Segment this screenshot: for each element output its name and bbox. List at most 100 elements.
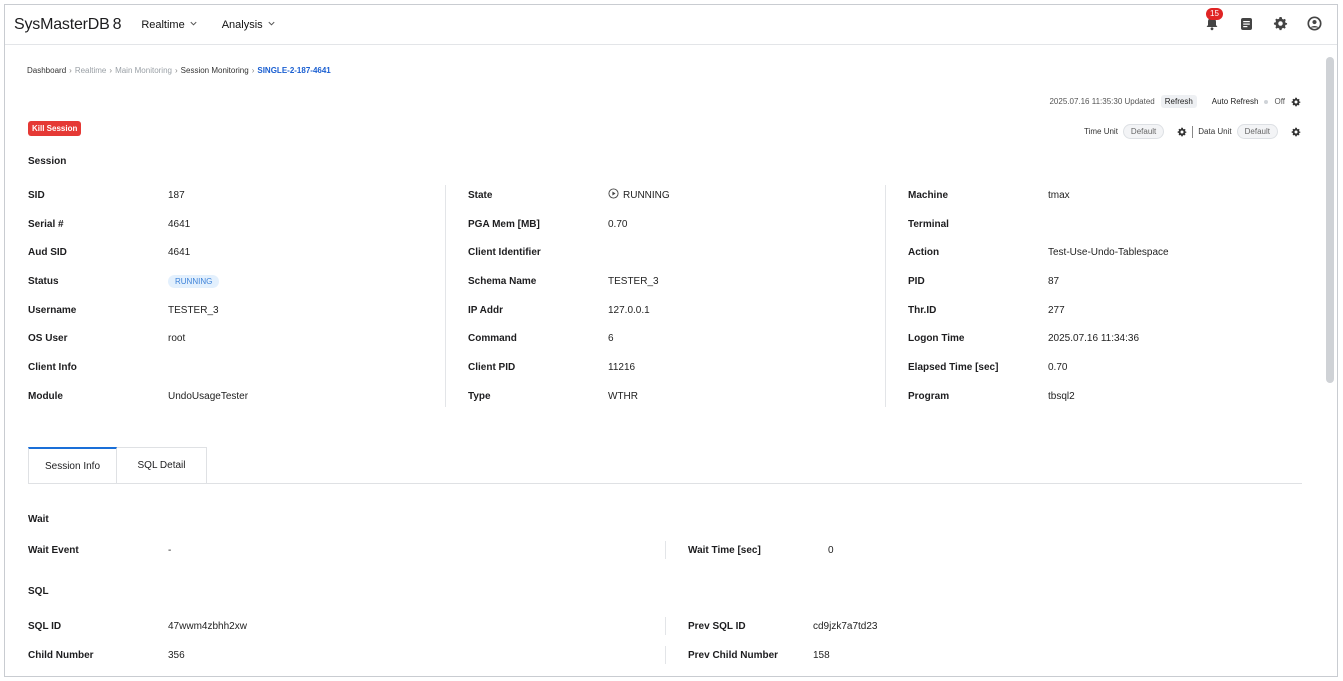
breadcrumb-separator: › — [69, 66, 72, 75]
vertical-scrollbar[interactable] — [1326, 57, 1334, 383]
settings-button[interactable] — [1271, 16, 1289, 34]
unit-toolbar: Time Unit Default Data Unit Default — [1084, 124, 1301, 139]
session-field-program: Program tbsql2 — [908, 382, 1318, 411]
session-column-1: SID 187 Serial # 4641 Aud SID 4641 Status RU… — [28, 181, 438, 411]
session-field-ip-addr: IP Addr 127.0.0.1 — [468, 296, 878, 325]
gear-icon[interactable] — [1177, 127, 1187, 137]
field-label: Prev SQL ID — [688, 620, 746, 632]
gear-icon[interactable] — [1291, 127, 1301, 137]
main-menu: Realtime Analysis — [141, 19, 299, 31]
field-value: cd9jzk7a7td23 — [813, 620, 878, 632]
field-label: Program — [908, 390, 950, 402]
session-field-os-user: OS User root — [28, 324, 438, 353]
time-unit-select[interactable]: Default — [1122, 124, 1165, 139]
breadcrumb-main-monitoring[interactable]: Main Monitoring — [115, 66, 172, 75]
column-divider — [445, 185, 446, 407]
menu-analysis-label: Analysis — [221, 18, 263, 31]
field-label: OS User — [28, 333, 68, 345]
session-field-client-identifier: Client Identifier — [468, 238, 878, 267]
session-field-type: Type WTHR — [468, 382, 878, 411]
chevron-down-icon — [189, 19, 198, 31]
field-value: 6 — [608, 333, 614, 345]
session-field-action: Action Test-Use-Undo-Tablespace — [908, 238, 1318, 267]
session-field-pga-mem: PGA Mem [MB] 0.70 — [468, 210, 878, 239]
refresh-button[interactable]: Refresh — [1160, 95, 1197, 108]
wait-time-row: Wait Time [sec] 0 — [688, 543, 834, 557]
field-value: 11216 — [608, 361, 636, 373]
account-button[interactable] — [1305, 16, 1323, 34]
notifications-button[interactable]: 15 — [1203, 8, 1223, 34]
field-value: 4641 — [168, 218, 191, 230]
session-column-3: Machine tmax Terminal Action Test-Use-Undo… — [908, 181, 1318, 411]
divider — [1192, 125, 1194, 138]
notification-badge: 15 — [1206, 8, 1223, 20]
reports-button[interactable] — [1237, 16, 1255, 34]
session-field-pid: PID 87 — [908, 267, 1318, 296]
field-label: Prev Child Number — [688, 649, 779, 661]
field-label: IP Addr — [468, 304, 504, 316]
field-value: 0 — [828, 544, 834, 556]
session-field-state: State RUNNING — [468, 181, 878, 210]
field-label: State — [468, 189, 493, 201]
field-label: SID — [28, 189, 45, 201]
kill-session-button[interactable]: Kill Session — [28, 121, 82, 136]
menu-realtime-label: Realtime — [141, 18, 185, 31]
tab-session-info[interactable]: Session Info — [28, 447, 117, 483]
breadcrumb-realtime[interactable]: Realtime — [75, 66, 107, 75]
field-label: Username — [28, 304, 77, 316]
breadcrumb-separator: › — [109, 66, 113, 75]
column-divider — [885, 185, 886, 407]
session-field-username: Username TESTER_3 — [28, 296, 438, 325]
field-label: Terminal — [908, 218, 949, 230]
field-value: tbsql2 — [1048, 390, 1075, 402]
status-badge: RUNNING — [168, 274, 220, 288]
document-icon — [1240, 17, 1253, 34]
field-value: UndoUsageTester — [168, 390, 249, 402]
field-label: Module — [28, 390, 63, 402]
field-value: 2025.07.16 11:34:36 — [1048, 333, 1140, 345]
field-value: 0.70 — [1048, 361, 1068, 373]
data-unit-label: Data Unit — [1198, 127, 1232, 136]
detail-tabs: Session Info SQL Detail — [28, 447, 1302, 484]
field-value: 4641 — [168, 247, 191, 259]
field-value: 158 — [813, 649, 830, 661]
data-unit-select[interactable]: Default — [1236, 124, 1278, 139]
menu-analysis[interactable]: Analysis — [222, 19, 276, 31]
auto-refresh-label: Auto Refresh — [1211, 97, 1259, 106]
session-field-command: Command 6 — [468, 324, 878, 353]
gear-icon[interactable] — [1291, 97, 1301, 107]
auto-refresh-toggle[interactable] — [1264, 99, 1269, 104]
brand-logo[interactable]: SysMasterDB 8 — [14, 15, 122, 34]
column-divider — [665, 646, 666, 664]
session-field-terminal: Terminal — [908, 210, 1318, 239]
tab-sql-detail[interactable]: SQL Detail — [117, 447, 207, 483]
session-field-module: Module UndoUsageTester — [28, 382, 438, 411]
sql-id-row: SQL ID 47wwm4zbhh2xw — [28, 619, 247, 633]
field-label: Wait Time [sec] — [688, 544, 761, 556]
breadcrumb-session-monitoring[interactable]: Session Monitoring — [181, 66, 249, 75]
menu-realtime[interactable]: Realtime — [141, 19, 197, 31]
session-field-serial: Serial # 4641 — [28, 210, 438, 239]
field-value: 356 — [168, 649, 185, 661]
field-label: Logon Time — [908, 333, 965, 345]
wait-section-title: Wait — [28, 514, 49, 525]
field-label: Machine — [908, 189, 949, 201]
field-label: Status — [28, 275, 59, 287]
time-unit-label: Time Unit — [1083, 127, 1118, 136]
breadcrumb-separator: › — [174, 66, 178, 75]
session-column-2: State RUNNING PGA Mem [MB] 0.70 Client Id… — [468, 181, 878, 411]
breadcrumb-current-session: SINGLE-2-187-4641 — [257, 66, 331, 75]
session-section-title: Session — [28, 156, 67, 167]
brand-version: 8 — [112, 15, 122, 33]
session-field-status: Status RUNNING — [28, 267, 438, 296]
breadcrumb-dashboard[interactable]: Dashboard — [27, 66, 66, 75]
sql-section-title: SQL — [28, 586, 49, 597]
breadcrumb-separator: › — [251, 66, 255, 75]
field-label: Serial # — [28, 218, 64, 230]
child-number-row: Child Number 356 — [28, 648, 185, 662]
field-label: Command — [468, 333, 517, 345]
field-value: TESTER_3 — [608, 275, 659, 287]
user-circle-icon — [1306, 16, 1322, 34]
field-value: 187 — [168, 189, 185, 201]
field-label: Type — [468, 390, 491, 402]
